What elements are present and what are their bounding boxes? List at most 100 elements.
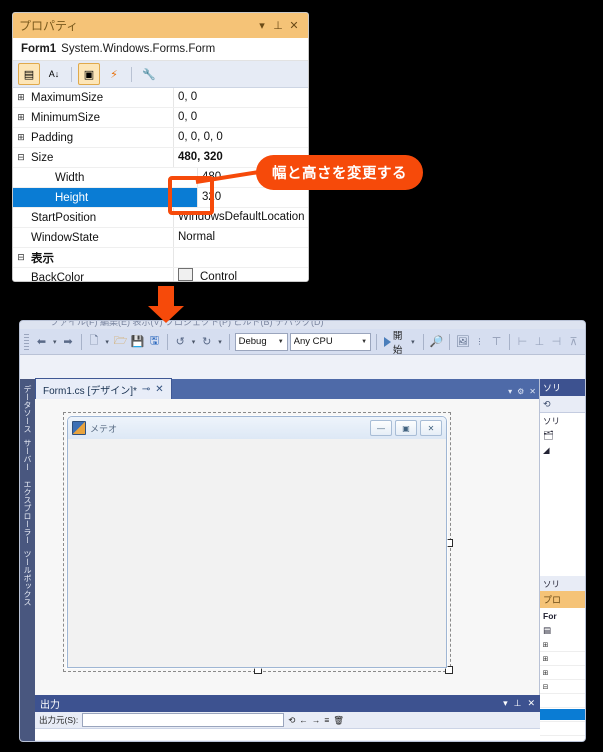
close-icon[interactable]: ✕ [155, 384, 163, 395]
maximize-icon[interactable]: ▣ [395, 420, 417, 436]
form-client-area[interactable] [68, 439, 446, 667]
categorized-icon[interactable]: ▤ [18, 63, 40, 85]
search-icon[interactable]: 🔎 [429, 333, 444, 351]
table-row[interactable]: BackColor Control [13, 268, 308, 281]
output-text-area[interactable] [35, 729, 540, 740]
expander-icon[interactable]: ⊟ [540, 683, 551, 691]
pin-icon[interactable]: ⊥ [270, 19, 286, 32]
table-row[interactable]: Height 320 [13, 188, 308, 208]
chevron-down-icon[interactable]: ▾ [254, 19, 270, 32]
align-right-icon[interactable]: ⊣ [549, 333, 564, 351]
expander-icon[interactable]: ⊞ [13, 112, 29, 123]
table-row[interactable]: ⊞ MinimumSize 0, 0 [13, 108, 308, 128]
clear-output-icon[interactable]: ⟲ [288, 715, 295, 726]
solution-search-input[interactable]: ソリ [540, 413, 585, 428]
tab-form1-designer[interactable]: Form1.cs [デザイン]* ⊸ ✕ [35, 378, 172, 399]
solution-explorer-footer[interactable]: ソリ [540, 576, 585, 591]
navigate-forward-icon[interactable]: → [312, 715, 321, 725]
document-tab-strip: Form1.cs [デザイン]* ⊸ ✕ ▾ ⚙ ✕ [35, 378, 540, 399]
align-center-icon[interactable]: ⊥ [532, 333, 547, 351]
sidebar-item-toolbox[interactable]: ツールボックス [20, 544, 35, 606]
chevron-down-icon[interactable]: ▾ [508, 387, 512, 396]
chevron-down-icon[interactable]: ▾ [51, 338, 59, 346]
align-left-icon[interactable]: ⊢ [515, 333, 530, 351]
property-value[interactable]: 0, 0 [173, 108, 308, 127]
properties-dock-toolbar[interactable]: ▤ [540, 623, 585, 638]
properties-icon[interactable]: ▣ [78, 63, 100, 85]
properties-object-name: Form1 [21, 43, 57, 55]
solution-explorer-toolbar[interactable]: ⟲ [540, 396, 585, 413]
chevron-down-icon[interactable]: ▾ [190, 338, 198, 346]
save-all-icon[interactable]: 🖫 [147, 333, 162, 351]
properties-dock-header[interactable]: プロ [540, 591, 585, 608]
property-pages-icon[interactable]: 🔧 [138, 63, 160, 85]
close-icon[interactable]: ✕ [420, 420, 442, 436]
property-value[interactable]: Control [173, 268, 308, 281]
close-icon[interactable]: ✕ [527, 698, 535, 709]
chevron-down-icon[interactable]: ▾ [503, 698, 508, 709]
chevron-down-icon[interactable]: ▾ [216, 338, 224, 346]
expander-icon[interactable]: ⊟ [13, 152, 29, 163]
form-preview-window[interactable]: メテオ — ▣ ✕ [67, 416, 447, 668]
new-project-icon[interactable]: 🗋 [86, 333, 101, 351]
save-icon[interactable]: 💾 [130, 333, 145, 351]
expander-icon[interactable]: ⊞ [540, 669, 551, 677]
expander-icon[interactable]: ⊞ [13, 92, 29, 103]
platform-select[interactable]: Any CPU ▼ [289, 332, 372, 351]
table-row[interactable]: ⊞ Padding 0, 0, 0, 0 [13, 128, 308, 148]
navigate-forward-icon[interactable]: ➡ [61, 333, 76, 351]
build-configuration-select[interactable]: Debug ▼ [234, 332, 288, 351]
start-debug-button[interactable]: 開始 ▾ [382, 328, 419, 356]
open-file-icon[interactable]: 🗁 [113, 333, 128, 351]
alphabetical-sort-icon[interactable]: A↓ [43, 63, 65, 85]
expander-icon[interactable]: ⊟ [13, 252, 29, 263]
gear-icon[interactable]: ⚙ [517, 387, 524, 396]
align-top-icon[interactable]: ⊼ [566, 333, 581, 351]
clear-all-icon[interactable]: 🗑 [333, 715, 344, 726]
properties-dock-object: For [540, 608, 585, 623]
align-tops-icon[interactable]: ⊤ [489, 333, 504, 351]
output-source-select[interactable] [82, 713, 285, 727]
property-value[interactable]: 0, 0, 0, 0 [173, 128, 308, 147]
toggle-wordwrap-icon[interactable]: ≡ [324, 715, 329, 725]
minimize-icon[interactable]: — [370, 420, 392, 436]
form-titlebar: メテオ — ▣ ✕ [68, 417, 446, 440]
events-icon[interactable]: ⚡ [103, 63, 125, 85]
property-value[interactable]: 0, 0 [173, 88, 308, 107]
table-row[interactable]: ⊞ MaximumSize 0, 0 [13, 88, 308, 108]
chevron-down-icon[interactable]: ▼ [361, 339, 367, 345]
expander-icon[interactable]: ⊞ [540, 655, 551, 663]
solution-node-expander[interactable]: ◢ [540, 443, 585, 458]
table-row[interactable]: StartPosition WindowsDefaultLocation [13, 208, 308, 228]
pin-icon[interactable]: ⊸ [142, 384, 150, 395]
screenshot-icon[interactable]: 🖼 [455, 333, 470, 351]
chevron-down-icon[interactable]: ▼ [278, 339, 284, 345]
undo-icon[interactable]: ↺ [173, 333, 188, 351]
toolbar-separator [166, 333, 168, 350]
solution-explorer-header[interactable]: ソリ [540, 379, 585, 396]
designer-canvas[interactable]: メテオ — ▣ ✕ [35, 399, 540, 695]
toolbar-grip[interactable] [24, 333, 29, 350]
table-row[interactable]: WindowState Normal [13, 228, 308, 248]
table-row-category[interactable]: ⊟ 表示 [13, 248, 308, 268]
navigate-back-icon[interactable]: ⬅ [34, 333, 49, 351]
close-icon[interactable]: ✕ [286, 19, 302, 32]
property-value[interactable]: 320 [197, 188, 308, 207]
expander-icon[interactable]: ⊞ [13, 132, 29, 143]
close-icon[interactable]: ✕ [529, 387, 536, 396]
layout-icon[interactable]: ⋮ [472, 333, 487, 351]
pin-icon[interactable]: ⊥ [514, 698, 522, 709]
chevron-down-icon[interactable]: ▾ [409, 338, 416, 346]
properties-object-header: Form1 System.Windows.Forms.Form [13, 38, 308, 61]
solution-tree-body[interactable] [540, 458, 585, 576]
sidebar-item-data-sources[interactable]: データソース [20, 379, 35, 433]
redo-icon[interactable]: ↻ [199, 333, 214, 351]
selected-row-highlight[interactable] [540, 709, 585, 720]
property-value[interactable]: WindowsDefaultLocation [173, 208, 308, 227]
property-value[interactable]: Normal [173, 228, 308, 247]
solution-node-project[interactable]: 🗂 [540, 428, 585, 443]
sidebar-item-server-explorer[interactable]: サーバー エクスプローラー [20, 433, 35, 544]
navigate-back-icon[interactable]: ← [299, 715, 308, 725]
expander-icon[interactable]: ⊞ [540, 641, 551, 649]
chevron-down-icon[interactable]: ▾ [103, 338, 111, 346]
